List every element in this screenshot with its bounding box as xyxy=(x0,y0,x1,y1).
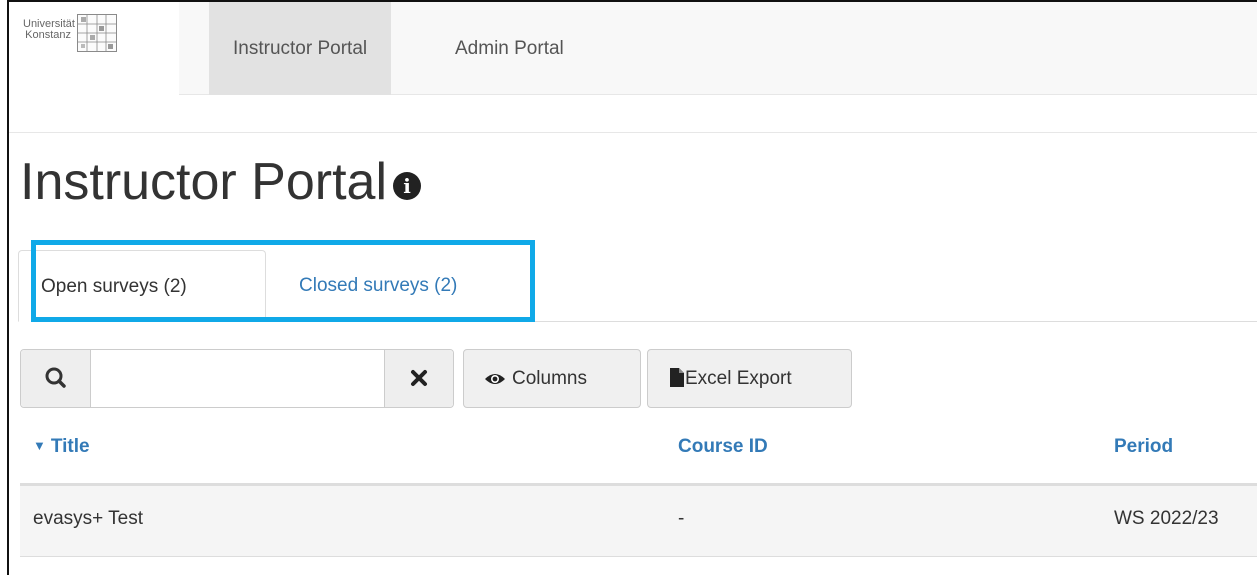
app-frame: Universität Konstanz Instructor Portal A… xyxy=(7,0,1257,575)
tab-open-surveys[interactable]: Open surveys (2) xyxy=(18,250,266,322)
table-row-divider xyxy=(20,556,1257,557)
brand-logo[interactable]: Universität Konstanz xyxy=(9,2,179,95)
page-title: Instructor Portal xyxy=(20,153,388,211)
close-icon xyxy=(411,370,427,386)
sort-desc-icon: ▼ xyxy=(33,438,46,453)
page-title-heading: Instructor Portal i xyxy=(20,152,422,212)
clear-search-button[interactable] xyxy=(384,350,453,407)
nav-admin-portal[interactable]: Admin Portal xyxy=(431,2,588,95)
cell-title[interactable]: evasys+ Test xyxy=(33,508,143,530)
column-header-title[interactable]: ▼ Title xyxy=(33,436,90,458)
sub-navbar xyxy=(9,95,1257,133)
university-seal-icon xyxy=(77,14,117,52)
columns-button[interactable]: Columns xyxy=(463,349,641,408)
search-input[interactable] xyxy=(92,350,385,407)
search-addon xyxy=(21,350,91,407)
brand-text: Universität Konstanz xyxy=(23,19,75,41)
search-group xyxy=(20,349,454,408)
info-icon[interactable]: i xyxy=(393,172,422,200)
tab-closed-surveys[interactable]: Closed surveys (2) xyxy=(277,250,479,322)
brand-line-2: Konstanz xyxy=(25,29,71,41)
columns-button-label: Columns xyxy=(512,368,587,389)
column-header-course-id[interactable]: Course ID xyxy=(678,436,768,458)
file-icon xyxy=(670,368,684,387)
table-row[interactable] xyxy=(20,486,1257,556)
top-navbar: Universität Konstanz Instructor Portal A… xyxy=(9,2,1257,95)
cell-course-id: - xyxy=(678,508,685,529)
search-icon xyxy=(45,367,66,388)
excel-export-label: Excel Export xyxy=(685,368,792,389)
column-header-title-label: Title xyxy=(50,436,90,457)
excel-export-button[interactable]: Excel Export xyxy=(647,349,852,408)
eye-icon xyxy=(485,374,505,384)
cell-period: WS 2022/23 xyxy=(1114,508,1219,529)
nav-instructor-portal[interactable]: Instructor Portal xyxy=(209,2,392,95)
column-header-period[interactable]: Period xyxy=(1114,436,1173,458)
